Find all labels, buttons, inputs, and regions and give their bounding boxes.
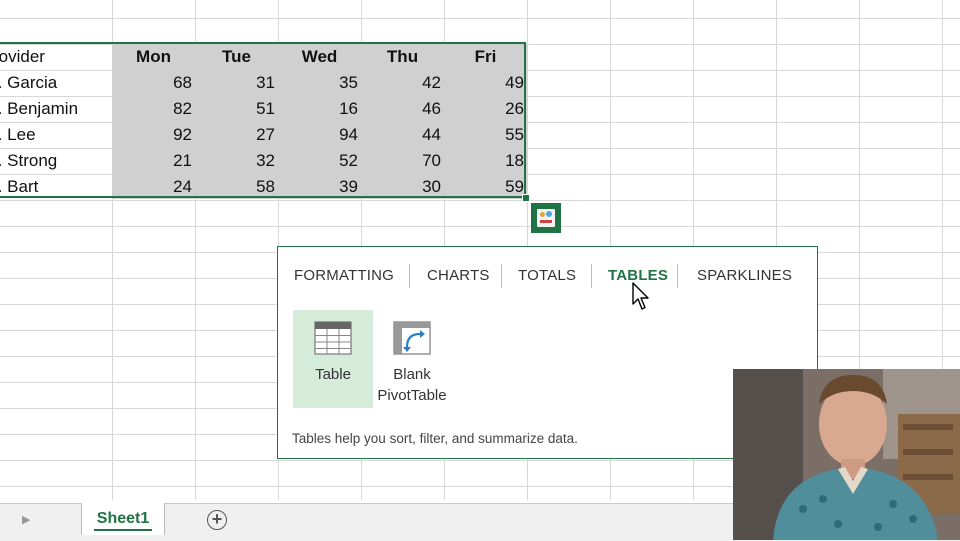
webcam-video [733, 369, 960, 540]
pivot-table-icon [393, 320, 431, 356]
table-icon [314, 320, 352, 356]
tab-formatting[interactable]: FORMATTING [294, 267, 394, 284]
tab-totals[interactable]: TOTALS [518, 267, 576, 284]
tab-separator [677, 264, 678, 288]
plus-circle-icon[interactable]: + [207, 510, 227, 530]
table-option-label: Table [315, 366, 351, 383]
scroll-right-icon[interactable]: ▶ [22, 513, 30, 526]
data-range[interactable]: rovider Mon Tue Wed Thu Fri r. Garcia 68… [0, 42, 527, 199]
quick-analysis-button[interactable] [531, 203, 561, 233]
tab-charts[interactable]: CHARTS [427, 267, 490, 284]
sheet-tab-sheet1[interactable]: Sheet1 [81, 503, 165, 535]
tab-separator [591, 264, 592, 288]
quick-analysis-icon [537, 209, 555, 227]
tab-separator [409, 264, 410, 288]
tab-separator [501, 264, 502, 288]
pivottable-option-label: Blank PivotTable [377, 366, 447, 404]
mouse-cursor-icon [632, 282, 649, 310]
selection-border [0, 42, 526, 198]
panel-description: Tables help you sort, filter, and summar… [292, 431, 578, 446]
fill-handle[interactable] [522, 194, 530, 202]
tab-sparklines[interactable]: SPARKLINES [697, 267, 792, 284]
blank-pivottable-option[interactable]: Blank PivotTable [372, 310, 452, 408]
table-option[interactable]: Table [293, 310, 373, 408]
